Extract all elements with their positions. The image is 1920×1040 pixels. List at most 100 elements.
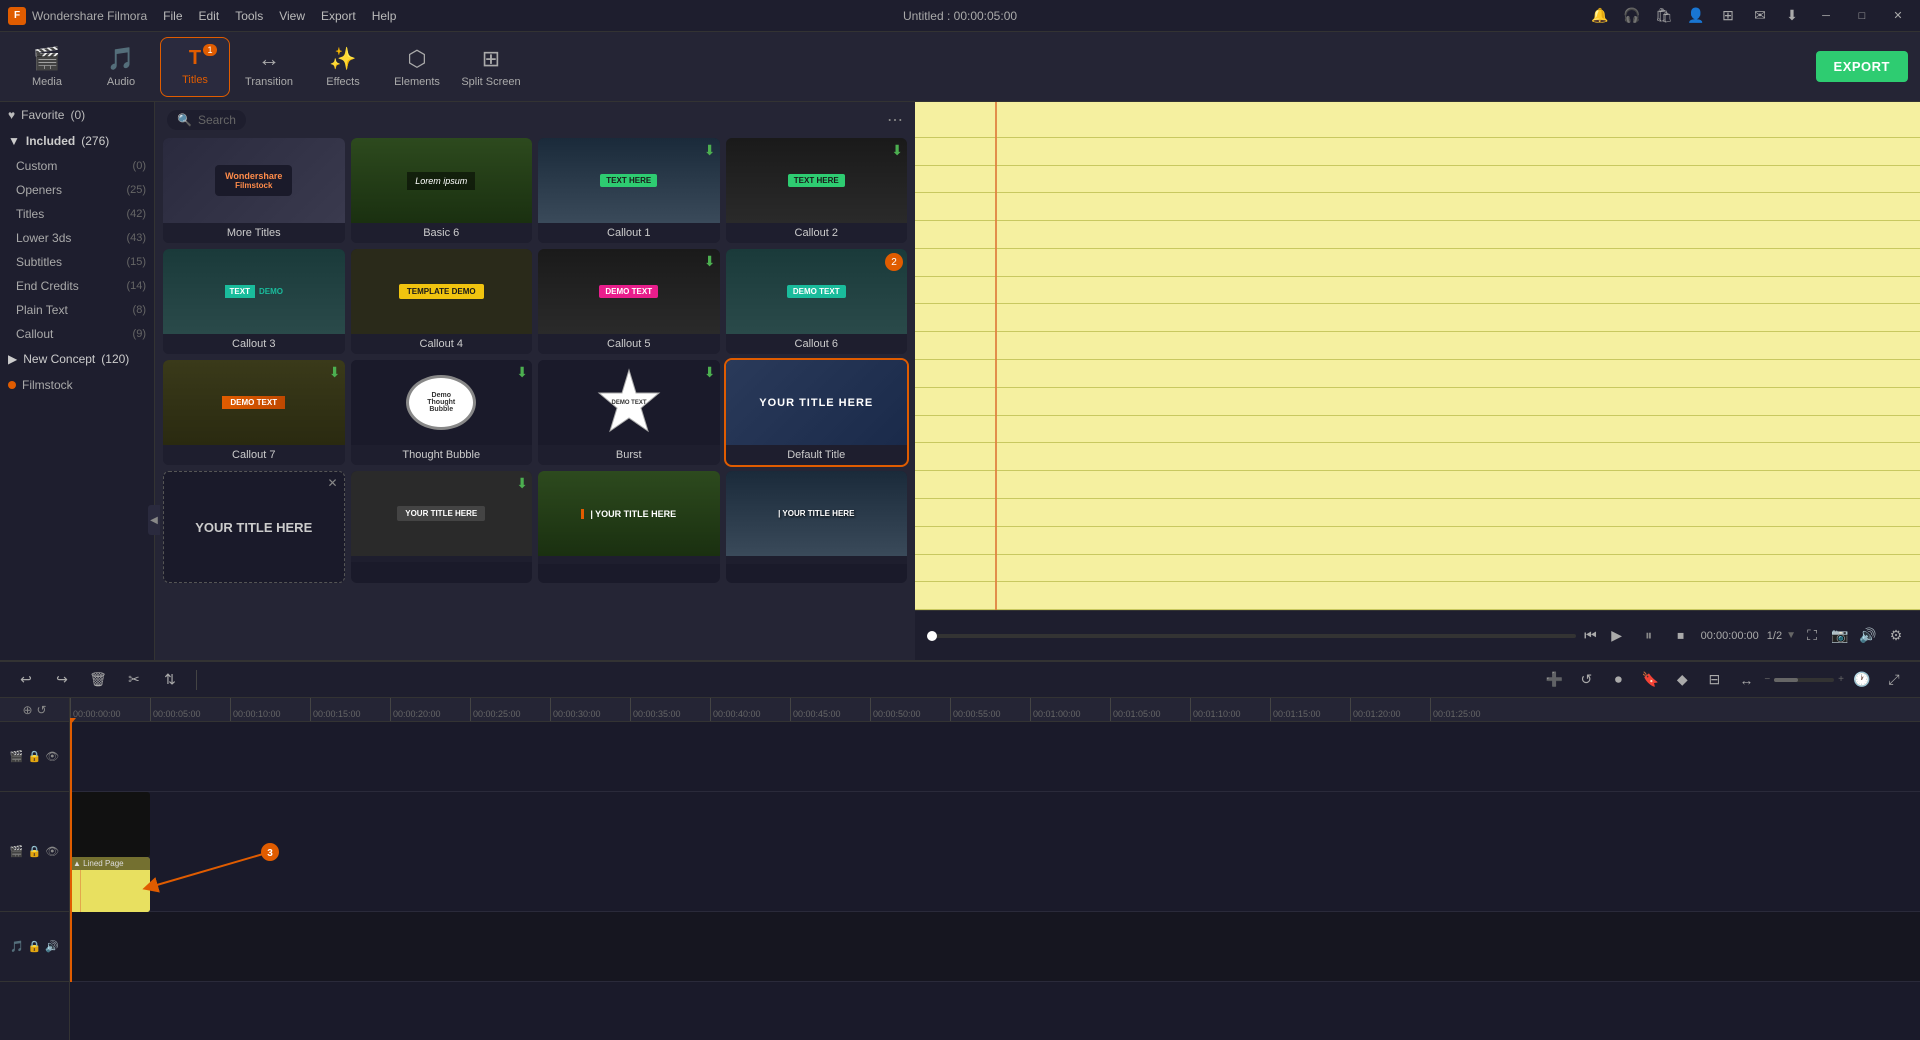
sidebar-subtitles[interactable]: Subtitles (15) <box>0 250 154 274</box>
delete-button[interactable]: 🗑 <box>84 666 112 694</box>
card-your-title3[interactable]: | YOUR TITLE HERE <box>726 471 908 583</box>
track-eye2-icon[interactable]: 👁 <box>45 845 59 858</box>
track-volume-icon[interactable]: 🔊 <box>45 940 59 953</box>
keyframe-button[interactable]: ◆ <box>1668 666 1696 694</box>
playback-slider[interactable] <box>927 634 1576 638</box>
zoom-out-icon[interactable]: − <box>1764 674 1770 685</box>
volume-button[interactable]: 🔊 <box>1856 624 1880 648</box>
sidebar-end-credits[interactable]: End Credits (14) <box>0 274 154 298</box>
card-callout4[interactable]: TEMPLATE DEMO Callout 4 <box>351 249 533 354</box>
menu-help[interactable]: Help <box>372 9 397 23</box>
marker-button[interactable]: 🔖 <box>1636 666 1664 694</box>
timeline-scroll-area[interactable]: 00:00:00:00 00:00:05:00 00:00:10:00 00:0… <box>70 698 1920 1040</box>
stop-button[interactable]: ⏹ <box>1669 624 1693 648</box>
track-video-icon[interactable]: 🎬 <box>10 750 24 763</box>
sidebar-plain-text[interactable]: Plain Text (8) <box>0 298 154 322</box>
toolbar-transition[interactable]: ↔ Transition <box>234 37 304 97</box>
redo-button[interactable]: ↪ <box>48 666 76 694</box>
settings-button[interactable]: ⚙ <box>1884 624 1908 648</box>
toolbar-elements[interactable]: ⬡ Elements <box>382 37 452 97</box>
card-callout1[interactable]: TEXT HERE ⬇ Callout 1 <box>538 138 720 243</box>
track-eye-icon[interactable]: 👁 <box>45 750 59 763</box>
track-lock-icon[interactable]: 🔒 <box>28 750 42 763</box>
export-button[interactable]: EXPORT <box>1816 51 1908 82</box>
track-lock2-icon[interactable]: 🔒 <box>28 845 42 858</box>
timeline-fit-button[interactable]: ↔ <box>1732 666 1760 694</box>
track-row-2[interactable]: ▲ Lined Page <box>70 792 1920 912</box>
timeline-clock-button[interactable]: 🕐 <box>1848 666 1876 694</box>
sidebar-titles[interactable]: Titles (42) <box>0 202 154 226</box>
timeline-expand-button[interactable]: ⤢ <box>1880 666 1908 694</box>
menu-file[interactable]: File <box>163 9 182 23</box>
play-button[interactable]: ▶ <box>1605 624 1629 648</box>
snapshot-button[interactable]: 📷 <box>1828 624 1852 648</box>
speed-dropdown-icon[interactable]: ▼ <box>1786 630 1796 641</box>
menu-tools[interactable]: Tools <box>235 9 263 23</box>
card-callout7[interactable]: DEMO TEXT ⬇ Callout 7 <box>163 360 345 465</box>
card-burst[interactable]: DEMO TEXT ⬇ Burst <box>538 360 720 465</box>
toolbar-effects[interactable]: ✨ Effects <box>308 37 378 97</box>
get-more-close-icon[interactable]: ✕ <box>327 476 337 490</box>
sidebar-callout[interactable]: Callout (9) <box>0 322 154 346</box>
notification-icon[interactable]: 🔔 <box>1588 4 1612 28</box>
close-button[interactable]: ✕ <box>1884 6 1912 26</box>
menu-view[interactable]: View <box>279 9 305 23</box>
undo-button[interactable]: ↩ <box>12 666 40 694</box>
track-video2-icon[interactable]: 🎬 <box>10 845 24 858</box>
sidebar-custom[interactable]: Custom (0) <box>0 154 154 178</box>
card-basic6[interactable]: Lorem ipsum Basic 6 <box>351 138 533 243</box>
cut-button[interactable]: ✂ <box>120 666 148 694</box>
grid-options-icon[interactable]: ⋯ <box>887 110 903 130</box>
sidebar-openers[interactable]: Openers (25) <box>0 178 154 202</box>
card-your-title1[interactable]: YOUR TITLE HERE ⬇ <box>351 471 533 583</box>
card-callout2[interactable]: TEXT HERE ⬇ Callout 2 <box>726 138 908 243</box>
minimize-button[interactable]: ─ <box>1812 6 1840 26</box>
toolbar-media[interactable]: 🎬 Media <box>12 37 82 97</box>
playback-thumb[interactable] <box>927 631 937 641</box>
sidebar-lower3ds[interactable]: Lower 3ds (43) <box>0 226 154 250</box>
mail-icon[interactable]: ✉ <box>1748 4 1772 28</box>
menu-edit[interactable]: Edit <box>199 9 220 23</box>
menu-export[interactable]: Export <box>321 9 356 23</box>
card-default-title[interactable]: YOUR TITLE HERE Default Title <box>726 360 908 465</box>
skip-start-icon[interactable]: ⏮ <box>1584 627 1597 644</box>
record-button[interactable]: ⏺ <box>1604 666 1632 694</box>
toolbar-titles[interactable]: T Titles 1 <box>160 37 230 97</box>
track-lock3-icon[interactable]: 🔒 <box>28 940 42 953</box>
timeline-snap-icon[interactable]: ↺ <box>37 703 47 717</box>
timeline-pos-icon[interactable]: ⊕ <box>22 703 32 717</box>
toolbar-splitscreen[interactable]: ⊞ Split Screen <box>456 37 526 97</box>
card-callout6[interactable]: DEMO TEXT 2 Callout 6 <box>726 249 908 354</box>
audio-detach-button[interactable]: ⇅ <box>156 666 184 694</box>
clip-dark[interactable] <box>70 792 150 857</box>
card-more-titles[interactable]: Wondershare Filmstock More Titles <box>163 138 345 243</box>
headset-icon[interactable]: 🎧 <box>1620 4 1644 28</box>
sidebar-collapse-button[interactable]: ◀ <box>148 505 155 535</box>
sidebar-new-concept[interactable]: ▶ New Concept (120) <box>0 346 154 372</box>
menu-bar[interactable]: File Edit Tools View Export Help <box>163 9 396 23</box>
download-icon[interactable]: ⬇ <box>1780 4 1804 28</box>
toolbar-audio[interactable]: 🎵 Audio <box>86 37 156 97</box>
card-thought-bubble[interactable]: Demo Thought Bubble ⬇ Thought Bubble <box>351 360 533 465</box>
sidebar-included-header[interactable]: ▼ Included (276) <box>0 128 154 154</box>
split-button[interactable]: ⊟ <box>1700 666 1728 694</box>
maximize-button[interactable]: □ <box>1848 6 1876 26</box>
card-get-more[interactable]: ✕ YOUR TITLE HERE <box>163 471 345 583</box>
card-callout5[interactable]: DEMO TEXT ⬇ Callout 5 <box>538 249 720 354</box>
pause-button[interactable]: ⏸ <box>1637 624 1661 648</box>
share-icon[interactable]: ⊞ <box>1716 4 1740 28</box>
card-your-title2[interactable]: | YOUR TITLE HERE <box>538 471 720 583</box>
fullscreen-button[interactable]: ⛶ <box>1800 624 1824 648</box>
zoom-slider[interactable] <box>1774 678 1834 682</box>
account-icon[interactable]: 👤 <box>1684 4 1708 28</box>
ripple-button[interactable]: ↺ <box>1572 666 1600 694</box>
add-media-button[interactable]: ➕ <box>1540 666 1568 694</box>
search-input-wrap[interactable]: 🔍 Search <box>167 110 246 130</box>
track-audio-icon[interactable]: 🎵 <box>10 940 24 953</box>
sidebar-filmstock[interactable]: Filmstock <box>0 372 154 398</box>
card-callout3[interactable]: TEXT DEMO Callout 3 <box>163 249 345 354</box>
zoom-in-icon[interactable]: + <box>1838 674 1844 685</box>
clip-lined-page[interactable]: ▲ Lined Page <box>70 857 150 912</box>
store-icon[interactable]: 🛍 <box>1652 4 1676 28</box>
sidebar-favorite[interactable]: ♥ Favorite (0) <box>0 102 154 128</box>
